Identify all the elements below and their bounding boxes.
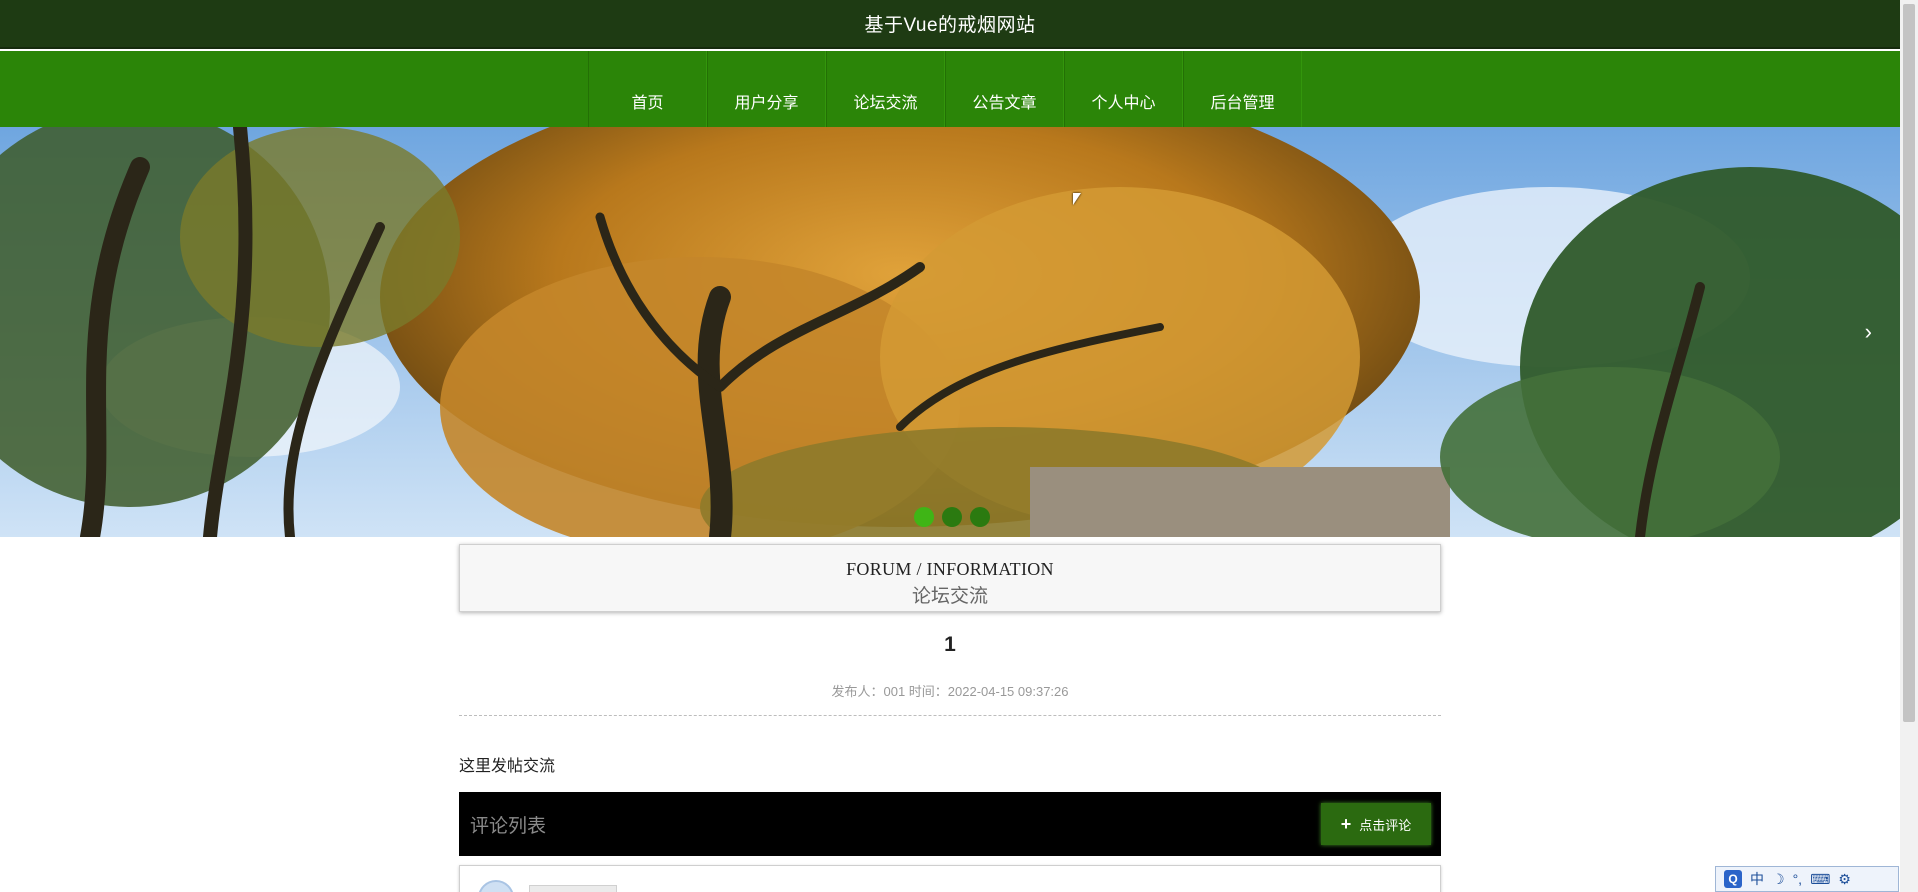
- page-scrollbar[interactable]: [1900, 0, 1918, 892]
- moon-icon[interactable]: ☽: [1772, 871, 1785, 888]
- banner-carousel[interactable]: ›: [0, 127, 1900, 537]
- ime-toolbar: Q 中 ☽ °, ⌨ ⚙: [1715, 866, 1899, 892]
- scrollbar-thumb[interactable]: [1903, 4, 1915, 722]
- nav-item-forum[interactable]: 论坛交流: [826, 51, 945, 127]
- comment-list-header: 评论列表 + 点击评论: [459, 792, 1441, 856]
- carousel-dot-3[interactable]: [970, 507, 990, 527]
- ime-mode-toggle[interactable]: 中: [1750, 869, 1764, 889]
- nav-item-personal-center[interactable]: 个人中心: [1064, 51, 1183, 127]
- ime-logo-icon[interactable]: Q: [1724, 870, 1742, 888]
- site-title: 基于Vue的戒烟网站: [864, 15, 1036, 36]
- page: 基于Vue的戒烟网站 首页 用户分享 论坛交流 公告文章 个人中心 后台管理 ›…: [0, 0, 1918, 892]
- nav-list: 首页 用户分享 论坛交流 公告文章 个人中心 后台管理: [588, 51, 1302, 127]
- keyboard-icon[interactable]: ⌨: [1810, 871, 1830, 888]
- post-body: 这里发帖交流: [459, 758, 556, 775]
- avatar: [478, 880, 514, 892]
- comment-list-title: 评论列表: [470, 815, 547, 837]
- nav-item-user-share[interactable]: 用户分享: [707, 51, 826, 127]
- section-title-cn: 论坛交流: [911, 586, 988, 607]
- comment-item: [459, 865, 1441, 892]
- add-comment-button[interactable]: + 点击评论: [1321, 803, 1431, 845]
- punctuation-icon[interactable]: °,: [1793, 871, 1803, 887]
- post-meta: 发布人：001 时间：2022-04-15 09:37:26: [831, 684, 1069, 699]
- nav-item-announcements[interactable]: 公告文章: [945, 51, 1064, 127]
- nav-item-admin[interactable]: 后台管理: [1183, 51, 1302, 127]
- comment-author-placeholder: [529, 885, 617, 892]
- nav-item-home[interactable]: 首页: [588, 51, 707, 127]
- section-title-en: FORUM / INFORMATION: [846, 559, 1054, 579]
- mouse-cursor-icon: [1073, 193, 1081, 205]
- banner-next-arrow-icon[interactable]: ›: [1865, 319, 1872, 345]
- post-title: 1: [944, 633, 956, 656]
- carousel-indicators: [914, 507, 990, 527]
- main-content: FORUM / INFORMATION 论坛交流 1 发布人：001 时间：20…: [459, 544, 1441, 892]
- settings-icon[interactable]: ⚙: [1838, 871, 1851, 888]
- section-title-box: FORUM / INFORMATION 论坛交流: [459, 544, 1441, 612]
- top-header: 基于Vue的戒烟网站: [0, 0, 1900, 49]
- divider: [459, 715, 1441, 716]
- add-comment-label: 点击评论: [1359, 817, 1412, 833]
- carousel-dot-2[interactable]: [942, 507, 962, 527]
- carousel-dot-1[interactable]: [914, 507, 934, 527]
- main-nav: 首页 用户分享 论坛交流 公告文章 个人中心 后台管理: [0, 51, 1900, 127]
- plus-icon: +: [1340, 813, 1352, 834]
- banner-image: [0, 127, 1900, 537]
